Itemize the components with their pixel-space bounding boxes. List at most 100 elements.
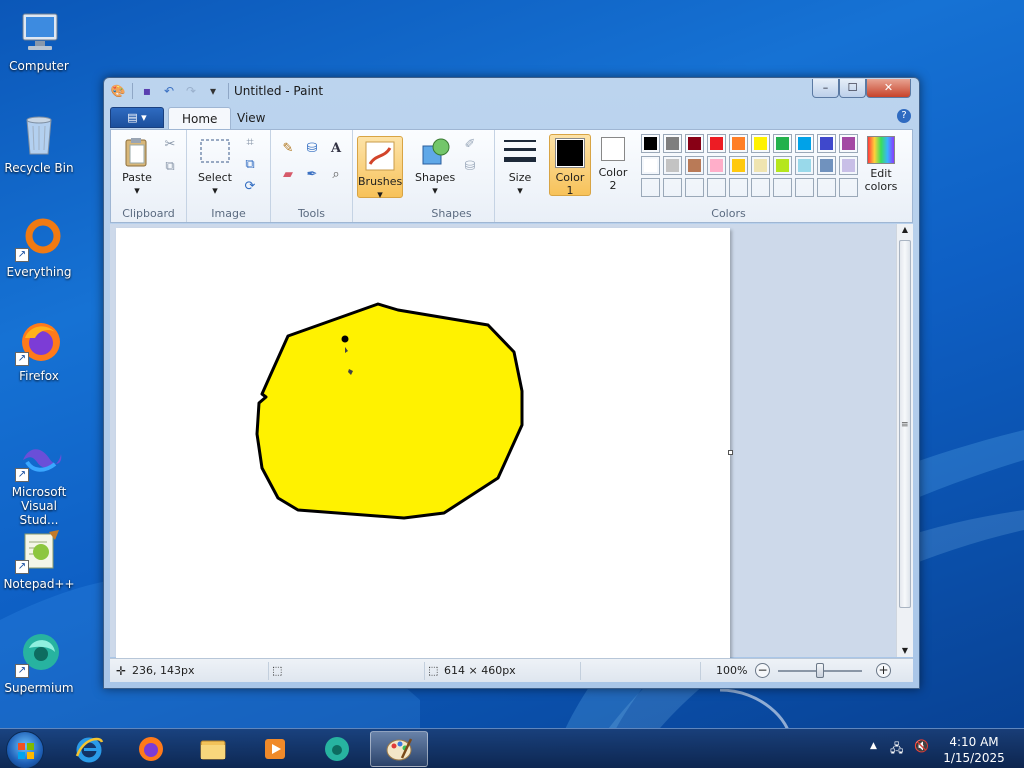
paint-menu-button[interactable]: ▤ ▾ <box>110 107 164 128</box>
scroll-up-icon[interactable]: ▲ <box>897 225 913 234</box>
chevron-down-icon: ▾ <box>517 184 523 197</box>
palette-swatch[interactable] <box>795 134 814 153</box>
palette-custom-slot[interactable] <box>839 178 858 197</box>
palette-custom-slot[interactable] <box>641 178 660 197</box>
system-clock[interactable]: 4:10 AM 1/15/2025 <box>940 734 1008 766</box>
palette-swatch[interactable] <box>641 134 660 153</box>
select-button[interactable]: Select ▾ <box>195 136 235 197</box>
fill-bucket-icon[interactable]: ⛁ <box>301 138 323 160</box>
desktop-icon-supermium[interactable]: ↗ Supermium <box>0 630 78 695</box>
copy-icon[interactable]: ⧉ <box>159 156 181 178</box>
scroll-down-icon[interactable]: ▼ <box>897 646 913 655</box>
desktop-icon-computer[interactable]: Computer <box>0 8 78 73</box>
taskbar-file-explorer[interactable] <box>186 731 240 767</box>
tab-home[interactable]: Home <box>168 107 232 130</box>
drawing-canvas[interactable] <box>116 228 730 658</box>
minimize-button[interactable]: – <box>812 79 839 98</box>
palette-swatch[interactable] <box>795 156 814 175</box>
shape-outline-icon[interactable]: ✐ <box>459 134 481 156</box>
color-picker-icon[interactable]: ✒ <box>301 164 323 186</box>
palette-custom-slot[interactable] <box>773 178 792 197</box>
palette-swatch[interactable] <box>663 156 682 175</box>
canvas-resize-handle[interactable] <box>728 450 733 455</box>
desktop-icon-visual-studio[interactable]: ↗ Microsoft Visual Stud... <box>0 434 78 527</box>
help-icon[interactable]: ? <box>897 109 911 123</box>
palette-swatch[interactable] <box>817 156 836 175</box>
palette-custom-slot[interactable] <box>729 178 748 197</box>
undo-icon[interactable]: ↶ <box>161 83 177 99</box>
shape-fill-icon[interactable]: ⛁ <box>459 156 481 178</box>
eraser-icon[interactable]: ▰ <box>277 164 299 186</box>
zoom-out-button[interactable]: − <box>755 663 770 678</box>
palette-swatch[interactable] <box>839 156 858 175</box>
taskbar-paint[interactable] <box>370 731 428 767</box>
palette-swatch[interactable] <box>817 134 836 153</box>
crop-icon[interactable]: ⌗ <box>239 132 261 154</box>
desktop-icon-label: Microsoft Visual Stud... <box>11 485 67 527</box>
palette-swatch[interactable] <box>729 156 748 175</box>
network-icon[interactable]: 🖧 <box>890 739 903 760</box>
qat-customize-icon[interactable]: ▾ <box>205 83 221 99</box>
redo-icon[interactable]: ↷ <box>183 83 199 99</box>
chevron-down-icon: ▾ <box>212 184 218 197</box>
palette-custom-slot[interactable] <box>663 178 682 197</box>
palette-swatch[interactable] <box>773 156 792 175</box>
volume-muted-icon[interactable]: 🔇 <box>914 739 929 753</box>
show-hidden-icons-button[interactable]: ▲ <box>870 741 877 751</box>
yellow-freeform-shape <box>255 302 524 520</box>
palette-custom-slot[interactable] <box>751 178 770 197</box>
paste-button[interactable]: Paste ▾ <box>117 136 157 197</box>
brushes-label: Brushes <box>358 175 403 188</box>
color2-button[interactable]: Color 2 <box>593 137 633 192</box>
edit-colors-button[interactable]: Edit colors <box>857 136 905 193</box>
palette-swatch[interactable] <box>729 134 748 153</box>
palette-custom-slot[interactable] <box>817 178 836 197</box>
resize-icon[interactable]: ⧉ <box>239 154 261 176</box>
taskbar-firefox[interactable] <box>124 731 178 767</box>
save-icon[interactable]: ▪ <box>139 83 155 99</box>
pencil-icon[interactable]: ✎ <box>277 138 299 160</box>
palette-custom-slot[interactable] <box>795 178 814 197</box>
palette-swatch[interactable] <box>707 156 726 175</box>
maximize-button[interactable]: ☐ <box>839 79 866 98</box>
zoom-slider-thumb[interactable] <box>816 663 824 678</box>
color1-button[interactable]: Color 1 <box>549 134 591 197</box>
desktop-icon-everything[interactable]: ↗ Everything <box>0 214 78 279</box>
magnifier-icon[interactable]: ⌕ <box>325 164 347 186</box>
palette-custom-slot[interactable] <box>707 178 726 197</box>
text-tool-icon[interactable]: A <box>325 138 347 160</box>
size-button[interactable]: Size ▾ <box>501 136 539 197</box>
brushes-button[interactable]: Brushes ▾ <box>357 136 403 201</box>
palette-swatch[interactable] <box>751 156 770 175</box>
vertical-scrollbar[interactable]: ▲ ≡ ▼ <box>896 224 913 657</box>
title-bar[interactable]: 🎨 ▪ ↶ ↷ ▾ Untitled - Paint – ☐ ✕ <box>104 78 919 104</box>
taskbar-internet-explorer[interactable] <box>62 731 116 767</box>
shapes-button[interactable]: Shapes ▾ <box>415 136 455 197</box>
chevron-down-icon: ▾ <box>134 184 140 197</box>
palette-swatch[interactable] <box>773 134 792 153</box>
quick-access-toolbar: 🎨 ▪ ↶ ↷ ▾ <box>110 83 221 99</box>
palette-swatch[interactable] <box>751 134 770 153</box>
group-tools: ✎ ⛁ A ▰ ✒ ⌕ Tools <box>271 130 353 222</box>
paint-app-icon[interactable]: 🎨 <box>110 83 126 99</box>
palette-swatch[interactable] <box>707 134 726 153</box>
start-button[interactable] <box>6 731 44 768</box>
palette-swatch[interactable] <box>685 134 704 153</box>
palette-swatch[interactable] <box>839 134 858 153</box>
palette-swatch[interactable] <box>641 156 660 175</box>
desktop-icon-recycle-bin[interactable]: Recycle Bin <box>0 110 78 175</box>
cut-icon[interactable]: ✂ <box>159 134 181 156</box>
edit-colors-label-line2: colors <box>864 180 898 193</box>
palette-custom-slot[interactable] <box>685 178 704 197</box>
desktop-icon-notepad-plus-plus[interactable]: ↗ Notepad++ <box>0 526 78 591</box>
desktop-icon-firefox[interactable]: ↗ Firefox <box>0 318 78 383</box>
taskbar-media-player[interactable] <box>248 731 302 767</box>
palette-swatch[interactable] <box>685 156 704 175</box>
close-button[interactable]: ✕ <box>866 79 911 98</box>
tab-view[interactable]: View <box>224 107 278 130</box>
rotate-icon[interactable]: ⟳ <box>239 176 261 198</box>
palette-swatch[interactable] <box>663 134 682 153</box>
color1-swatch <box>555 138 585 168</box>
taskbar-supermium[interactable] <box>310 731 364 767</box>
zoom-in-button[interactable]: + <box>876 663 891 678</box>
